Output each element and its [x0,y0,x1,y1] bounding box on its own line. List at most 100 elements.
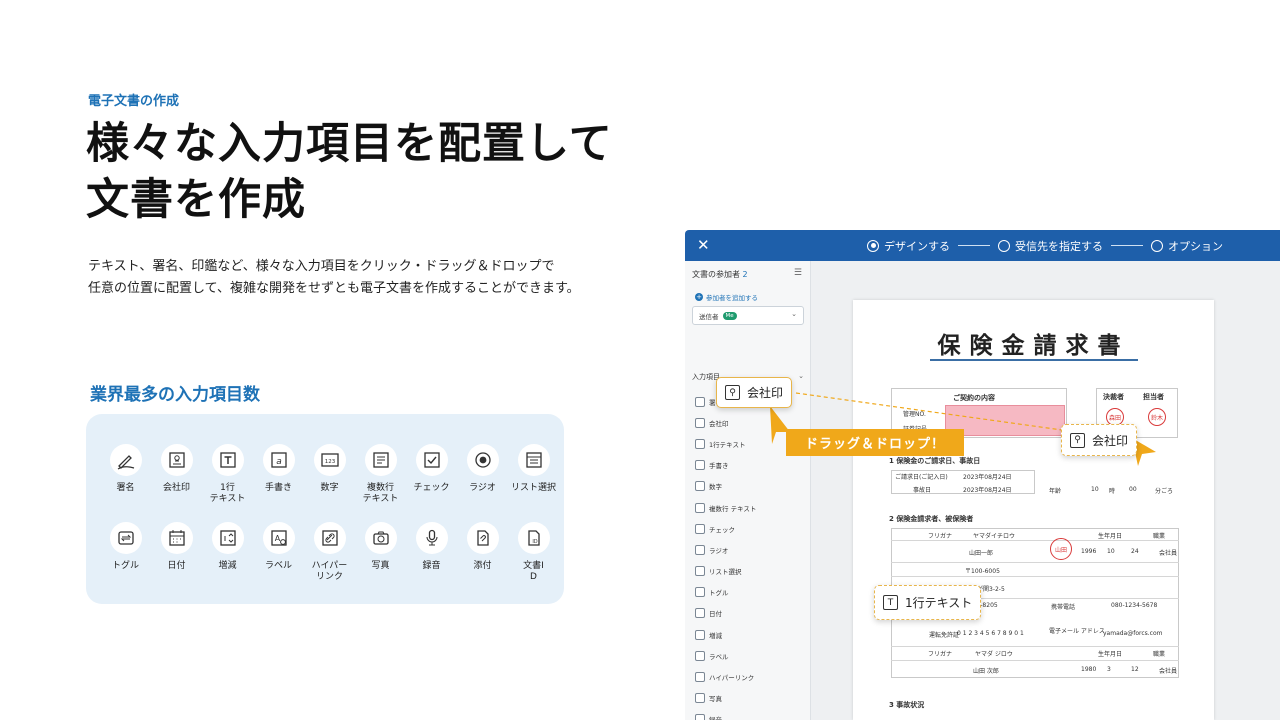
sidebar-field-item[interactable]: チェック [695,518,756,539]
mic-icon [695,714,705,720]
stepper-icon [211,522,244,554]
sidebar-field-item[interactable]: 増減 [695,624,756,645]
staff-label: 担当者 [1143,393,1164,401]
drag-drop-banner: ドラッグ＆ドロップ！ [786,429,964,456]
insured-job-value[interactable]: 会社員 [1159,666,1177,675]
license-number[interactable]: 0 1 2 3 4 5 6 7 8 9 0 1 [957,630,1024,637]
page-headline: 様々な入力項目を配置して 文書を作成 [86,116,613,228]
label-icon [695,650,705,661]
step-options[interactable]: オプション [1151,238,1223,254]
chip-label: 会社印 [1092,433,1129,448]
field-type-item: 123 数字 [304,444,355,516]
step-divider [1111,245,1143,246]
sidebar-field-item[interactable]: 複数行 テキスト [695,497,756,518]
text-icon [211,444,244,476]
sidebar-field-item[interactable]: 録音 [695,709,756,720]
company-seal-icon: ⚲ [725,385,740,400]
sidebar-field-item[interactable]: 会社印 [695,412,756,433]
step-recipients[interactable]: 受信先を指定する [998,238,1103,254]
insured-name-value[interactable]: 山田 次郎 [973,666,999,675]
multiline-icon [364,444,397,476]
sender-select[interactable]: 送信者 Me ⌄ [692,306,804,325]
insured-furigana-value[interactable]: ヤマダ ジロウ [975,649,1013,658]
table-row [891,562,1179,563]
sidebar-field-label: 1行テキスト [709,440,746,449]
insured-birth-day[interactable]: 12 [1131,666,1139,673]
participants-label: 文書の参加者 [692,270,740,279]
step-active-icon [867,239,879,252]
sidebar-field-item[interactable]: リスト選択 [695,561,756,582]
field-types-heading: 業界最多の入力項目数 [90,385,260,405]
dropped-text-field[interactable]: T 1行テキスト [874,585,982,620]
sidebar-field-item[interactable]: ハイパーリンク [695,666,756,687]
close-icon[interactable]: ✕ [697,236,710,254]
editor-window: ✕ デザインする 受信先を指定する オプション 文書の参加者 2 ☰ + 参加者を… [685,230,1280,720]
field-type-label: 写真 [371,561,390,571]
claim-date-label: ご請求日(ご記入日) [895,474,948,481]
approver-label: 決裁者 [1103,393,1124,401]
chevron-down-icon: ⌄ [798,372,804,380]
sidebar-field-label: ラジオ [709,546,729,555]
hour-select[interactable]: 10 [1091,486,1099,493]
email-value[interactable]: yamada@forcs.com [1103,630,1163,637]
accident-date-value[interactable]: 2023年08月24日 [963,485,1012,494]
sidebar-field-item[interactable]: 写真 [695,688,756,709]
step-design[interactable]: デザインする [867,238,950,254]
sidebar-field-label: トグル [709,589,729,598]
name-value[interactable]: 山田一郎 [969,548,993,557]
birth-month[interactable]: 10 [1107,548,1115,555]
table-row [891,540,1179,541]
camera-icon [695,693,705,704]
sidebar-field-item[interactable]: ラベル [695,645,756,666]
minute-unit: 分ごろ [1155,488,1174,495]
svg-text:ID: ID [532,539,537,545]
field-type-label: 日付 [167,561,186,571]
sidebar-field-label: 写真 [709,695,722,704]
mobile-value[interactable]: 080-1234-5678 [1111,602,1157,609]
fields-list: 署名会社印1行テキスト手書き数字複数行 テキストチェックラジオリスト選択トグル日… [695,391,756,720]
furigana-value[interactable]: ヤマダイチロウ [973,531,1015,540]
insured-birth-year[interactable]: 1980 [1081,666,1096,673]
job-value[interactable]: 会社員 [1159,548,1177,557]
radio-icon [695,544,705,555]
sidebar-field-item[interactable]: 手書き [695,455,756,476]
headline-line-2: 文書を作成 [86,175,306,225]
document-page: 保険金請求書 ご契約の内容 管理NO. 証券記号 決裁者 担当者 森田 鈴木 1… [853,300,1214,720]
birth-year[interactable]: 1996 [1081,548,1096,555]
sidebar-field-item[interactable]: トグル [695,582,756,603]
postal-value[interactable]: 〒100-6005 [965,566,1000,575]
dropped-company-seal-field[interactable]: ⚲ 会社印 [1061,424,1138,456]
sidebar-field-item[interactable]: 数字 [695,476,756,497]
section-2-title: 2 保険金請求者、被保険者 [889,515,974,523]
birth-day[interactable]: 24 [1131,548,1139,555]
title-underline [930,359,1138,361]
email-label: 電子メール アドレス [1049,628,1105,635]
claim-date-value[interactable]: 2023年08月24日 [963,472,1012,481]
field-type-label: リスト選択 [510,483,556,493]
link-icon [313,522,346,554]
participants-title: 文書の参加者 2 [692,269,748,280]
mobile-label: 携帯電話 [1051,604,1076,611]
chevron-down-icon: ⌄ [791,310,797,318]
sidebar-field-item[interactable]: 1行テキスト [695,433,756,454]
wizard-steps: デザインする 受信先を指定する オプション [867,230,1223,261]
insured-birth-month[interactable]: 3 [1107,666,1111,673]
list-icon [517,444,550,476]
add-participant-button[interactable]: + 参加者を追加する [695,292,758,302]
toggle-icon [109,522,142,554]
minute-select[interactable]: 00 [1129,486,1137,493]
furigana-label: フリガナ [928,533,953,540]
sidebar-field-item[interactable]: 日付 [695,603,756,624]
signature-icon [695,396,705,407]
section-eyebrow: 電子文書の作成 [88,94,180,109]
name-seal: 山田 [1050,538,1072,560]
field-type-label: 添付 [473,561,492,571]
checkbox-icon [695,523,705,534]
sidebar-field-item[interactable]: ラジオ [695,539,756,560]
company-seal-icon [160,444,193,476]
list-menu-icon[interactable]: ☰ [794,268,802,278]
sidebar-field-label: 会社印 [709,419,729,428]
table-row [891,576,1179,577]
dragged-company-seal-chip[interactable]: ⚲ 会社印 [716,377,793,408]
step-label: デザインする [884,239,950,253]
